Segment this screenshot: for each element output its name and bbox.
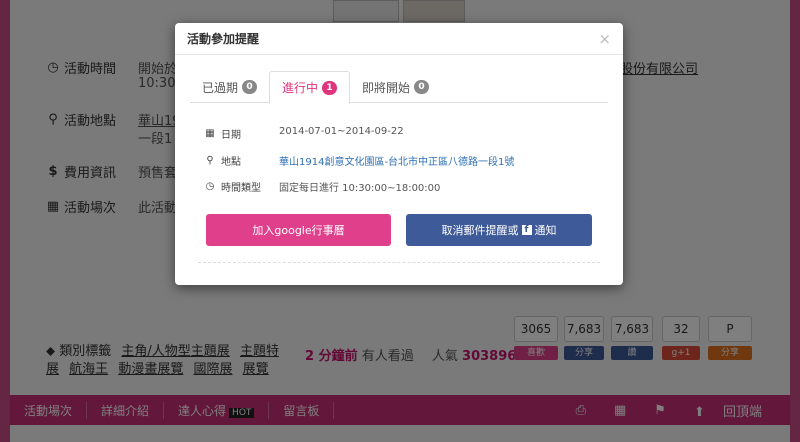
type-row: ◷ 時間類型 [203, 179, 261, 194]
place-link[interactable]: 華山1914創意文化園區-台北市中正區八德路一段1號 [279, 153, 514, 168]
cancel-reminder-button[interactable]: 取消郵件提醒或 f 通知 [406, 214, 592, 246]
date-row: ▦ 日期 [203, 126, 241, 141]
count-badge: 1 [322, 80, 338, 95]
tab-label: 即將開始 [362, 80, 411, 95]
count-badge: 0 [414, 80, 430, 94]
cancel-suffix: 通知 [534, 224, 557, 237]
modal-title: 活動參加提醒 [187, 32, 260, 46]
reminder-modal: 活動參加提醒 × 已過期 0 進行中 1 即將開始 0 ▦ 日期 2014-07… [175, 23, 623, 285]
modal-header: 活動參加提醒 × [175, 23, 623, 55]
tab-ongoing[interactable]: 進行中 1 [269, 71, 351, 104]
add-google-calendar-button[interactable]: 加入google行事曆 [206, 214, 391, 246]
date-label: 日期 [221, 130, 241, 141]
close-icon[interactable]: × [598, 30, 611, 48]
modal-tabs: 已過期 0 進行中 1 即將開始 0 [190, 71, 608, 104]
cancel-prefix: 取消郵件提醒或 [441, 224, 519, 237]
place-row: ⚲ 地點 [203, 153, 241, 168]
map-marker-icon: ⚲ [206, 155, 214, 166]
modal-divider [198, 262, 600, 263]
type-label: 時間類型 [221, 183, 261, 194]
facebook-icon: f [521, 225, 532, 235]
clock-icon: ◷ [205, 181, 215, 192]
tab-expired[interactable]: 已過期 0 [190, 71, 269, 103]
tab-label: 進行中 [282, 81, 319, 95]
count-badge: 0 [242, 80, 258, 94]
type-value: 固定每日進行 10:30:00~18:00:00 [279, 183, 441, 194]
tab-label: 已過期 [202, 80, 239, 95]
date-value: 2014-07-01~2014-09-22 [279, 126, 404, 137]
place-label: 地點 [221, 157, 241, 168]
tab-upcoming[interactable]: 即將開始 0 [350, 71, 441, 103]
calendar-icon: ▦ [205, 128, 215, 139]
